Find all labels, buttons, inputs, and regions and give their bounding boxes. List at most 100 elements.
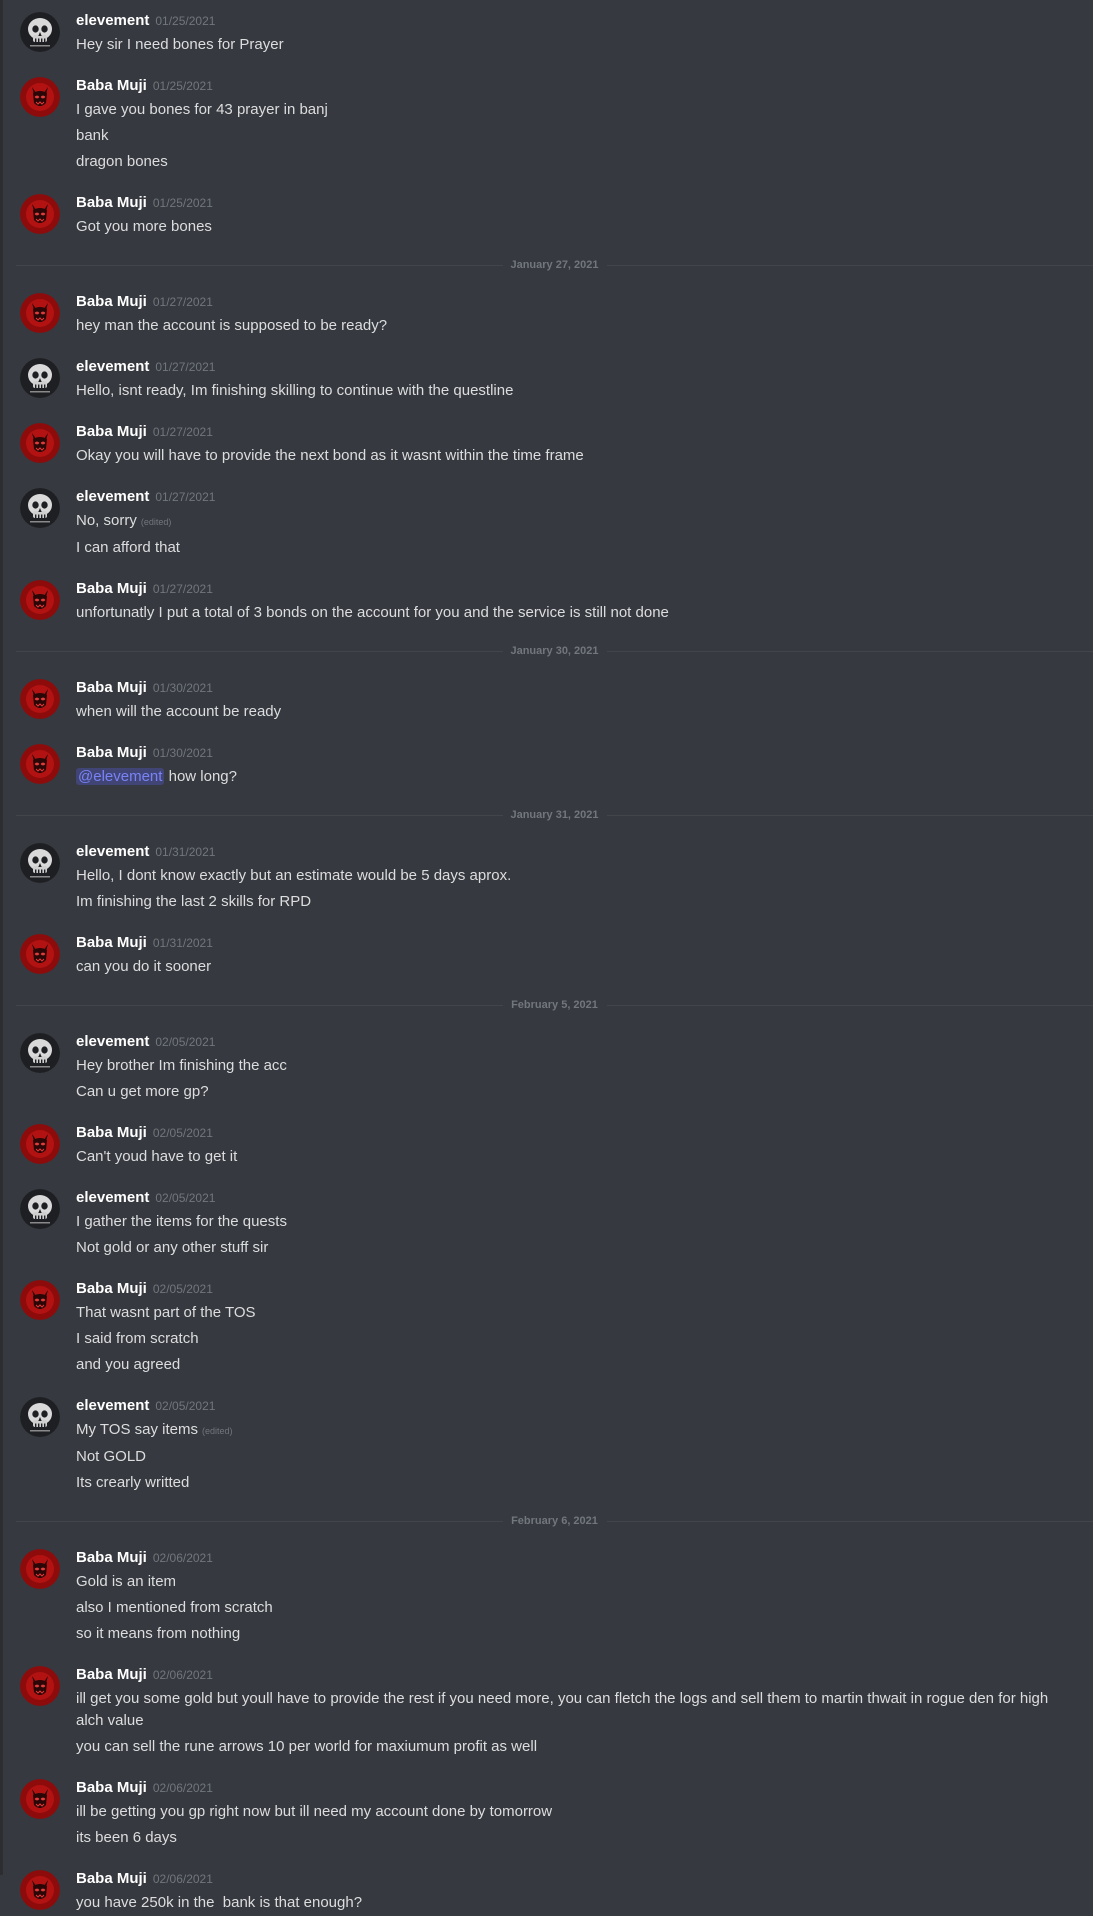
red-demon-avatar-icon[interactable] bbox=[20, 580, 60, 620]
message-text: Hello, isnt ready, Im finishing skilling… bbox=[76, 378, 1073, 404]
red-demon-avatar-icon[interactable] bbox=[20, 77, 60, 117]
skull-avatar-icon[interactable] bbox=[20, 12, 60, 52]
message-text: I gather the items for the quests bbox=[76, 1209, 1073, 1235]
message-text: I said from scratch bbox=[76, 1326, 1073, 1352]
message-header: Baba Muji 01/27/2021 bbox=[76, 291, 1073, 313]
username[interactable]: elevement bbox=[76, 488, 149, 505]
message-group: Baba Muji 02/05/2021 Can't youd have to ge… bbox=[0, 1122, 1093, 1170]
message-text: Can u get more gp? bbox=[76, 1079, 1073, 1105]
skull-avatar-icon[interactable] bbox=[20, 1033, 60, 1073]
red-demon-avatar-icon[interactable] bbox=[20, 934, 60, 974]
message-text: Okay you will have to provide the next b… bbox=[76, 443, 1073, 469]
skull-avatar-icon[interactable] bbox=[20, 843, 60, 883]
message-group: elevement 02/05/2021 I gather the items fo… bbox=[0, 1187, 1093, 1261]
message-group: Baba Muji 02/06/2021 ill be getting you gp… bbox=[0, 1777, 1093, 1851]
message-group: elevement 01/25/2021 Hey sir I need bones … bbox=[0, 10, 1093, 58]
message-group: Baba Muji 02/05/2021 That wasnt part of th… bbox=[0, 1278, 1093, 1378]
username[interactable]: Baba Muji bbox=[76, 1124, 147, 1141]
skull-avatar-icon[interactable] bbox=[20, 358, 60, 398]
message-text: Not GOLD bbox=[76, 1444, 1073, 1470]
message-text: Hello, I dont know exactly but an estima… bbox=[76, 863, 1073, 889]
message-content: Hey sir I need bones for Prayer bbox=[76, 36, 284, 53]
username[interactable]: elevement bbox=[76, 843, 149, 860]
message-content: Got you more bones bbox=[76, 218, 212, 235]
message-content: I gather the items for the quests bbox=[76, 1213, 287, 1230]
red-demon-avatar-icon[interactable] bbox=[20, 194, 60, 234]
message-text: when will the account be ready bbox=[76, 699, 1073, 725]
message-text: That wasnt part of the TOS bbox=[76, 1300, 1073, 1326]
message-header: elevement 02/05/2021 bbox=[76, 1031, 1073, 1053]
message-content: ill be getting you gp right now but ill … bbox=[76, 1803, 553, 1820]
message-header: elevement 01/25/2021 bbox=[76, 10, 1073, 32]
message-content: Not gold or any other stuff sir bbox=[76, 1239, 269, 1256]
message-text: No, sorry (edited) bbox=[76, 508, 1073, 535]
message-header: Baba Muji 02/06/2021 bbox=[76, 1547, 1073, 1569]
username[interactable]: Baba Muji bbox=[76, 679, 147, 696]
red-demon-avatar-icon[interactable] bbox=[20, 679, 60, 719]
skull-avatar-icon[interactable] bbox=[20, 1397, 60, 1437]
user-mention[interactable]: @elevement bbox=[76, 768, 165, 785]
red-demon-avatar-icon[interactable] bbox=[20, 1124, 60, 1164]
username[interactable]: Baba Muji bbox=[76, 1666, 147, 1683]
message-content: Hello, I dont know exactly but an estima… bbox=[76, 867, 512, 884]
message-content: also I mentioned from scratch bbox=[76, 1599, 273, 1616]
username[interactable]: Baba Muji bbox=[76, 1280, 147, 1297]
username[interactable]: Baba Muji bbox=[76, 293, 147, 310]
date-divider-label: February 6, 2021 bbox=[502, 1513, 607, 1529]
message-content: That wasnt part of the TOS bbox=[76, 1304, 256, 1321]
red-demon-avatar-icon[interactable] bbox=[20, 293, 60, 333]
message-text: Hey sir I need bones for Prayer bbox=[76, 32, 1073, 58]
message-group: Baba Muji 01/25/2021 Got you more bones bbox=[0, 192, 1093, 240]
timestamp: 02/05/2021 bbox=[152, 1282, 213, 1296]
red-demon-avatar-icon[interactable] bbox=[20, 1870, 60, 1910]
username[interactable]: Baba Muji bbox=[76, 194, 147, 211]
red-demon-avatar-icon[interactable] bbox=[20, 1779, 60, 1819]
message-text: My TOS say items (edited) bbox=[76, 1417, 1073, 1444]
message-header: Baba Muji 01/30/2021 bbox=[76, 742, 1073, 764]
username[interactable]: Baba Muji bbox=[76, 934, 147, 951]
timestamp: 02/05/2021 bbox=[155, 1399, 216, 1413]
username[interactable]: Baba Muji bbox=[76, 77, 147, 94]
message-content: I can afford that bbox=[76, 539, 180, 556]
message-text: you can sell the rune arrows 10 per worl… bbox=[76, 1734, 1073, 1760]
red-demon-avatar-icon[interactable] bbox=[20, 1280, 60, 1320]
message-group: Baba Muji 02/06/2021 you have 250k in the … bbox=[0, 1868, 1093, 1916]
message-text: so it means from nothing bbox=[76, 1621, 1073, 1647]
message-content: hey man the account is supposed to be re… bbox=[76, 317, 388, 334]
message-content: Can u get more gp? bbox=[76, 1083, 209, 1100]
username[interactable]: elevement bbox=[76, 1189, 149, 1206]
red-demon-avatar-icon[interactable] bbox=[20, 1549, 60, 1589]
username[interactable]: Baba Muji bbox=[76, 1870, 147, 1887]
username[interactable]: Baba Muji bbox=[76, 744, 147, 761]
username[interactable]: Baba Muji bbox=[76, 1549, 147, 1566]
skull-avatar-icon[interactable] bbox=[20, 488, 60, 528]
red-demon-avatar-icon[interactable] bbox=[20, 423, 60, 463]
message-group: Baba Muji 01/31/2021 can you do it sooner bbox=[0, 932, 1093, 980]
message-text: Its crearly writted bbox=[76, 1470, 1073, 1496]
timestamp: 02/06/2021 bbox=[152, 1872, 213, 1886]
timestamp: 01/30/2021 bbox=[152, 746, 213, 760]
username[interactable]: elevement bbox=[76, 1033, 149, 1050]
username[interactable]: Baba Muji bbox=[76, 423, 147, 440]
message-text: unfortunatly I put a total of 3 bonds on… bbox=[76, 600, 1073, 626]
message-text: Im finishing the last 2 skills for RPD bbox=[76, 889, 1073, 915]
message-group: Baba Muji 01/27/2021 unfortunatly I put a … bbox=[0, 578, 1093, 626]
username[interactable]: elevement bbox=[76, 358, 149, 375]
red-demon-avatar-icon[interactable] bbox=[20, 744, 60, 784]
message-content: you can sell the rune arrows 10 per worl… bbox=[76, 1738, 538, 1755]
message-text: bank bbox=[76, 123, 1073, 149]
message-text: Gold is an item bbox=[76, 1569, 1073, 1595]
message-header: Baba Muji 01/25/2021 bbox=[76, 192, 1073, 214]
red-demon-avatar-icon[interactable] bbox=[20, 1666, 60, 1706]
username[interactable]: Baba Muji bbox=[76, 580, 147, 597]
username[interactable]: elevement bbox=[76, 12, 149, 29]
message-text: @elevement how long? bbox=[76, 764, 1073, 790]
username[interactable]: elevement bbox=[76, 1397, 149, 1414]
skull-avatar-icon[interactable] bbox=[20, 1189, 60, 1229]
message-content: unfortunatly I put a total of 3 bonds on… bbox=[76, 604, 669, 621]
username[interactable]: Baba Muji bbox=[76, 1779, 147, 1796]
timestamp: 02/06/2021 bbox=[152, 1781, 213, 1795]
message-content: when will the account be ready bbox=[76, 703, 282, 720]
message-content: its been 6 days bbox=[76, 1829, 177, 1846]
message-text: I can afford that bbox=[76, 535, 1073, 561]
